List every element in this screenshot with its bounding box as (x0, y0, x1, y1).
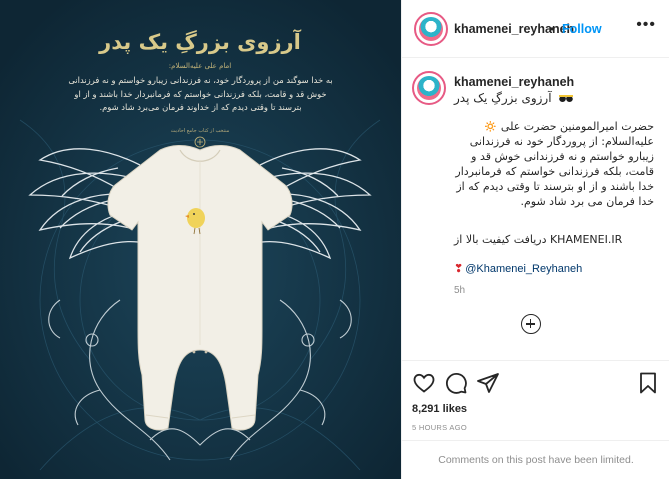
load-more-comments-icon[interactable] (521, 314, 541, 334)
poster-footer: منتخب از کتاب جامع احادیث (170, 128, 230, 134)
separator-dot: • (550, 22, 555, 36)
heart-icon[interactable] (412, 371, 436, 395)
likes-count[interactable]: 8,291 likes (412, 403, 467, 415)
comment-icon[interactable] (444, 371, 468, 395)
heart-exclamation-icon: ❣ (454, 263, 464, 275)
caption-link-line[interactable]: KHAMENEI.IR دریافت کیفیت بالا از (454, 233, 654, 246)
avatar[interactable] (414, 12, 448, 46)
post-age[interactable]: 5 HOURS AGO (412, 423, 467, 432)
caption-area: khamenei_reyhaneh آرزوی بزرگِ یک پدر حضر… (402, 59, 669, 359)
more-options-icon[interactable]: ••• (636, 16, 656, 34)
avatar-image (419, 17, 443, 41)
share-icon[interactable] (476, 371, 500, 395)
bookmark-icon[interactable] (636, 371, 660, 395)
sunglasses-emoji-icon (559, 94, 574, 102)
poster-quote: به خدا سوگند من از پروردگار خود، نه فرزن… (68, 75, 333, 112)
comments-limited-notice: Comments on this post have been limited. (402, 440, 669, 479)
action-bar: 8,291 likes 5 HOURS AGO (402, 360, 669, 440)
poster-title: آرزوی بزرگِ یک پدر (99, 30, 301, 54)
caption-timestamp: 5h (454, 285, 466, 296)
post-sidebar: khamenei_reyhaneh • Follow ••• khamenei_… (401, 0, 669, 479)
caption-avatar[interactable] (412, 71, 446, 105)
caption-subtitle: آرزوی بزرگِ یک پدر (454, 91, 574, 105)
poster-artwork (0, 0, 401, 479)
caption-subtitle-text: آرزوی بزرگِ یک پدر (454, 91, 552, 105)
header-username[interactable]: khamenei_reyhaneh (454, 22, 574, 36)
caption-body: حضرت امیرالمومنین حضرت علی 🔅 علیه‌السلام… (455, 120, 654, 208)
post-header: khamenei_reyhaneh • Follow ••• (402, 0, 669, 58)
mention-link[interactable]: @Khamenei_Reyhaneh (465, 263, 582, 275)
poster-attribution: امام علی علیه‌السلام: (168, 62, 232, 70)
avatar-image (417, 76, 441, 100)
follow-button[interactable]: Follow (562, 22, 602, 36)
post-image[interactable]: آرزوی بزرگِ یک پدر امام علی علیه‌السلام:… (0, 0, 401, 479)
caption-mention[interactable]: ❣ @Khamenei_Reyhaneh (454, 262, 582, 275)
caption-username[interactable]: khamenei_reyhaneh (454, 75, 574, 89)
